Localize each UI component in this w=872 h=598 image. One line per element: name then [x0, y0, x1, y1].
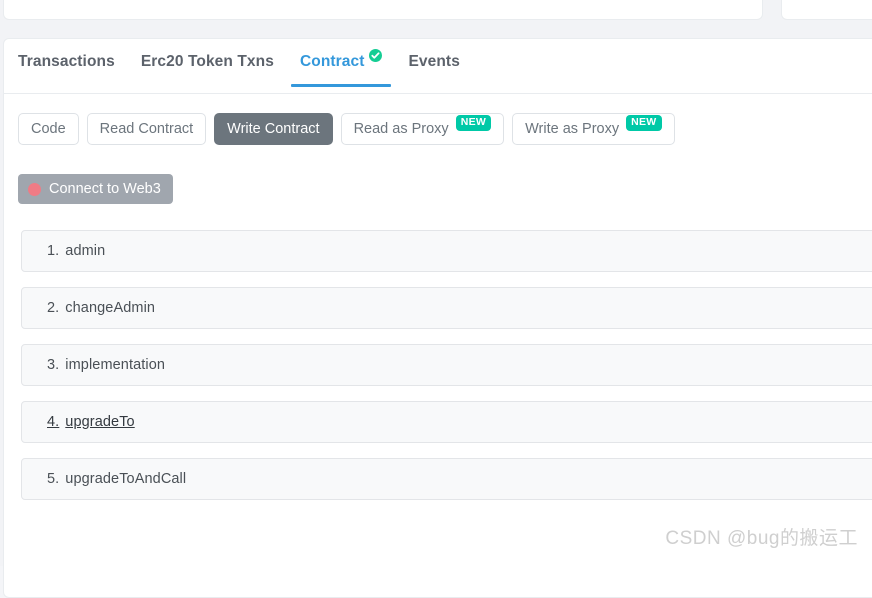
- card-stub-above-right: [781, 0, 872, 20]
- list-item[interactable]: 4. upgradeTo: [21, 401, 872, 443]
- subtab-write-contract[interactable]: Write Contract: [214, 113, 333, 145]
- subtab-write-as-proxy-label: Write as Proxy: [525, 120, 620, 137]
- tab-contract-label: Contract: [299, 53, 365, 70]
- function-name: upgradeTo: [65, 414, 135, 430]
- new-badge-icon: NEW: [455, 115, 492, 131]
- subtab-read-as-proxy-label: Read as Proxy: [353, 120, 449, 137]
- contract-card: Transactions Erc20 Token Txns Contract E…: [3, 38, 872, 598]
- subtab-write-contract-label: Write Contract: [227, 120, 320, 137]
- status-dot-icon: [28, 182, 41, 196]
- function-name: changeAdmin: [65, 300, 156, 316]
- card-gap-band: [0, 20, 872, 38]
- tab-events-wrap: Events: [408, 53, 459, 71]
- tab-events-label: Events: [408, 53, 460, 70]
- function-index: 5.: [47, 471, 60, 487]
- tab-erc20-token-txns[interactable]: Erc20 Token Txns: [128, 53, 287, 87]
- subtab-write-as-proxy[interactable]: Write as Proxy NEW: [512, 113, 675, 145]
- contract-function-list: 1. admin 2. changeAdmin 3. implementatio…: [4, 204, 872, 500]
- function-name: upgradeToAndCall: [65, 471, 187, 487]
- tab-contract-wrap: Contract: [299, 49, 383, 71]
- subtab-read-contract-label: Read Contract: [99, 120, 194, 137]
- list-item[interactable]: 3. implementation: [21, 344, 872, 386]
- subtab-read-as-proxy[interactable]: Read as Proxy NEW: [340, 113, 505, 145]
- tab-contract[interactable]: Contract: [287, 49, 396, 87]
- subtab-code-label: Code: [31, 120, 66, 137]
- tab-erc20-token-txns-wrap: Erc20 Token Txns: [141, 53, 274, 71]
- function-index: 1.: [47, 243, 60, 259]
- function-index: 2.: [47, 300, 60, 316]
- new-badge-icon: NEW: [626, 115, 662, 131]
- contract-subtabs: Code Read Contract Write Contract Read a…: [4, 94, 872, 145]
- verified-check-icon: [369, 49, 383, 62]
- list-item[interactable]: 5. upgradeToAndCall: [21, 458, 872, 500]
- function-name: implementation: [65, 357, 166, 373]
- tab-transactions-label: Transactions: [18, 53, 115, 70]
- primary-tabs: Transactions Erc20 Token Txns Contract E…: [14, 39, 872, 93]
- page-root: Transactions Erc20 Token Txns Contract E…: [0, 0, 872, 598]
- tab-transactions-wrap: Transactions: [18, 53, 115, 71]
- tab-events[interactable]: Events: [395, 53, 472, 87]
- connect-to-web3-label: Connect to Web3: [49, 181, 161, 197]
- function-index: 3.: [47, 357, 60, 373]
- list-item[interactable]: 1. admin: [21, 230, 872, 272]
- list-item[interactable]: 2. changeAdmin: [21, 287, 872, 329]
- connect-row: Connect to Web3: [4, 145, 872, 204]
- subtab-code[interactable]: Code: [18, 113, 79, 145]
- card-stub-above-left: [3, 0, 763, 20]
- subtab-read-contract[interactable]: Read Contract: [86, 113, 207, 145]
- primary-tabstrip: Transactions Erc20 Token Txns Contract E…: [4, 39, 872, 94]
- connect-to-web3-button[interactable]: Connect to Web3: [18, 174, 173, 204]
- function-name: admin: [65, 243, 106, 259]
- function-index: 4.: [47, 414, 60, 430]
- tab-transactions[interactable]: Transactions: [14, 53, 128, 87]
- tab-erc20-token-txns-label: Erc20 Token Txns: [140, 53, 274, 70]
